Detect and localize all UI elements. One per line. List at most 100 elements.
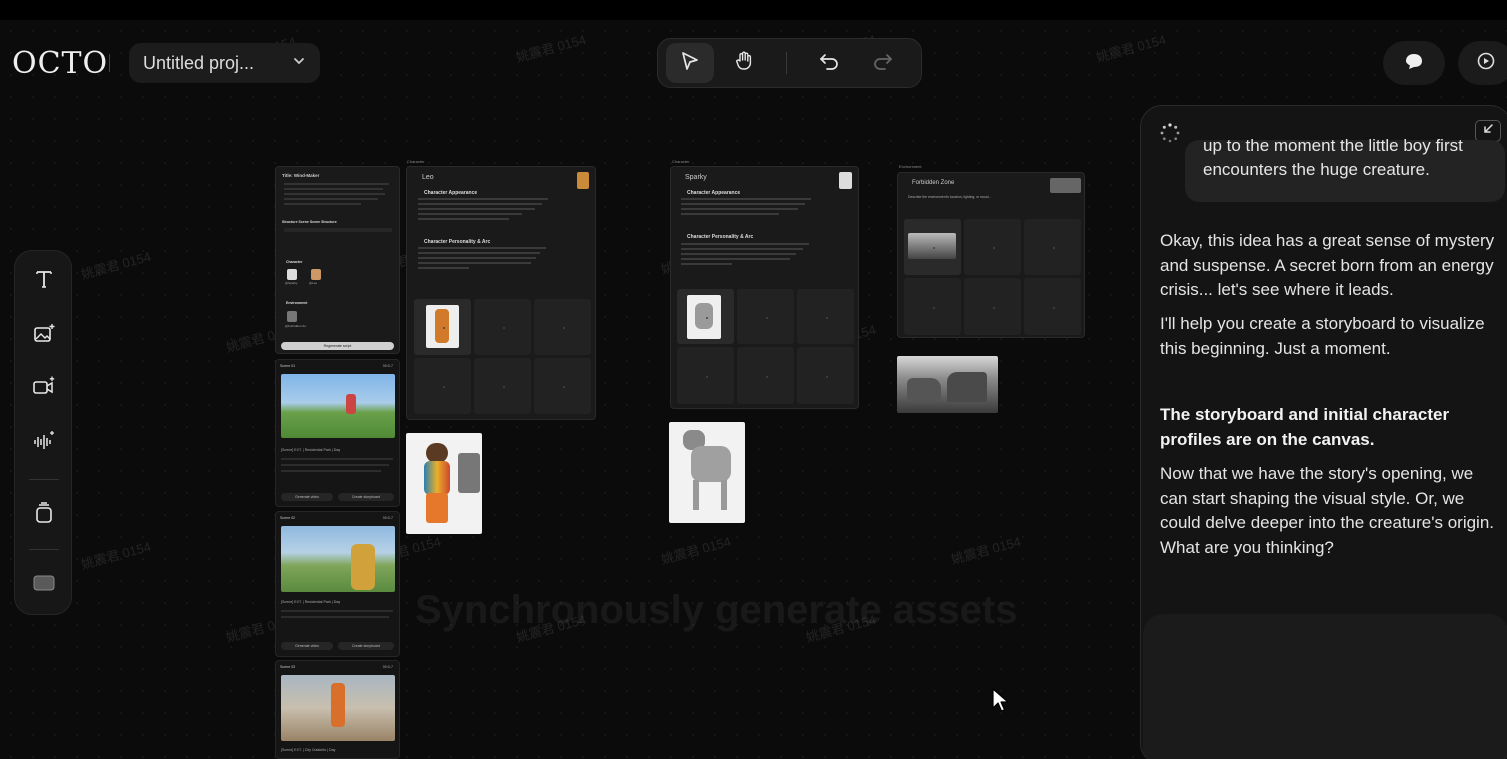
pointer-icon xyxy=(679,50,701,77)
grid-cell[interactable] xyxy=(414,358,471,414)
scene-card-1[interactable]: Scene 01 00:0-7 [Scene] EXT. | Residenti… xyxy=(275,359,400,507)
text-icon xyxy=(32,267,56,296)
leo-thumbnail[interactable] xyxy=(311,269,321,280)
zone-avatar[interactable] xyxy=(1050,178,1081,193)
scene-image[interactable] xyxy=(281,675,395,741)
assistant-message-2: I'll help you create a storyboard to vis… xyxy=(1160,314,1485,358)
user-message-text: up to the moment the little boy first en… xyxy=(1203,136,1463,179)
logo-divider xyxy=(109,54,110,72)
hand-tool-button[interactable] xyxy=(720,43,768,83)
grid-cell[interactable] xyxy=(904,219,961,275)
appearance-text xyxy=(418,198,548,223)
scene-card-2[interactable]: Scene 02 00:0-7 [Scene] EXT. | Residenti… xyxy=(275,511,400,657)
environment-section-label: Environment xyxy=(286,301,308,305)
scene-caption: [Scene] EXT. | City Outskirts | Day xyxy=(281,748,336,752)
story-title: Title: Wind-Maker xyxy=(282,173,320,178)
scene-label: Scene 02 xyxy=(280,516,296,520)
chat-toggle-button[interactable] xyxy=(1383,41,1445,85)
assistant-message-1: Okay, this idea has a great sense of mys… xyxy=(1160,231,1495,299)
personality-heading: Character Personality & Arc xyxy=(687,234,754,240)
grid-cell[interactable] xyxy=(904,278,961,335)
scene-label: Scene 01 xyxy=(280,364,296,368)
grid-cell[interactable] xyxy=(474,299,531,355)
grid-cell[interactable] xyxy=(737,347,794,404)
grid-cell[interactable] xyxy=(964,219,1021,275)
image-add-icon xyxy=(32,322,56,351)
personality-heading: Character Personality & Arc xyxy=(424,239,491,245)
project-selector[interactable]: Untitled proj... xyxy=(129,43,320,83)
create-storyboard-button[interactable]: Create storyboard xyxy=(338,493,394,501)
add-audio-button[interactable] xyxy=(24,423,64,463)
character-card-leo[interactable]: Leo Character Appearance Character Perso… xyxy=(406,166,596,420)
toolbar-divider xyxy=(786,52,787,74)
chat-bubble-icon xyxy=(1404,51,1424,76)
scene-meta: 00:0-7 xyxy=(382,516,393,520)
scene-meta: 00:0-7 xyxy=(382,364,393,368)
undo-button[interactable] xyxy=(805,43,853,83)
add-image-button[interactable] xyxy=(24,316,64,356)
forbidden-zone-image[interactable] xyxy=(897,356,998,413)
scene-image[interactable] xyxy=(281,526,395,592)
container-tool-button[interactable] xyxy=(24,495,64,535)
grid-cell[interactable] xyxy=(797,289,854,344)
sparky-thumbnail[interactable] xyxy=(287,269,297,280)
story-structure-line xyxy=(284,228,392,232)
forbidden-zone-thumbnail[interactable] xyxy=(287,311,297,322)
personality-text xyxy=(681,243,809,268)
character-card-sparky[interactable]: Sparky Character Appearance Character Pe… xyxy=(670,166,859,409)
assistant-chat-panel: up to the moment the little boy first en… xyxy=(1140,105,1507,759)
story-script-card[interactable]: Title: Wind-Maker Structure Scene Scene … xyxy=(275,166,400,354)
regenerate-script-button[interactable]: Regenerate script xyxy=(281,342,394,350)
grid-cell[interactable] xyxy=(964,278,1021,335)
audio-add-icon xyxy=(32,429,56,458)
text-tool-button[interactable] xyxy=(24,261,64,301)
grid-cell[interactable] xyxy=(677,347,734,404)
story-synopsis xyxy=(284,183,394,208)
frame-tool-button[interactable] xyxy=(24,565,64,605)
leo-avatar[interactable] xyxy=(577,172,589,189)
environment-tag: @Forbidden Zo xyxy=(285,324,306,328)
grid-cell[interactable] xyxy=(534,299,591,355)
grid-cell[interactable] xyxy=(474,358,531,414)
zone-image-grid xyxy=(904,219,1081,335)
scene-text-line xyxy=(281,610,393,612)
sparky-tag: @Sparky xyxy=(285,281,298,285)
project-name: Untitled proj... xyxy=(143,52,255,73)
leo-character-image[interactable] xyxy=(406,433,482,534)
grid-cell[interactable] xyxy=(414,299,471,355)
scene-text-line xyxy=(281,616,389,618)
appearance-heading: Character Appearance xyxy=(424,190,478,196)
select-tool-button[interactable] xyxy=(666,43,714,83)
settings-button[interactable] xyxy=(1458,41,1507,85)
grid-cell[interactable] xyxy=(1024,278,1081,335)
grid-cell[interactable] xyxy=(677,289,734,344)
environment-card-forbidden-zone[interactable]: Forbidden Zone Describe the environment'… xyxy=(897,172,1085,338)
user-message-bubble: up to the moment the little boy first en… xyxy=(1185,136,1505,202)
redo-button[interactable] xyxy=(859,43,907,83)
container-icon xyxy=(32,501,56,530)
rail-divider xyxy=(29,479,59,480)
sparky-character-image[interactable] xyxy=(669,422,745,523)
video-add-icon xyxy=(32,375,56,404)
add-video-button[interactable] xyxy=(24,369,64,409)
personality-text xyxy=(418,247,546,272)
create-storyboard-button[interactable]: Create storyboard xyxy=(338,642,394,650)
grid-cell[interactable] xyxy=(797,347,854,404)
grid-cell[interactable] xyxy=(534,358,591,414)
grid-cell[interactable] xyxy=(737,289,794,344)
mouse-cursor-icon xyxy=(992,688,1010,719)
app-logo[interactable]: OCTO xyxy=(12,46,108,81)
grid-cell[interactable] xyxy=(1024,219,1081,275)
character-name: Leo xyxy=(422,174,434,181)
scene-image[interactable] xyxy=(281,374,395,438)
generate-video-button[interactable]: Generate video xyxy=(281,493,333,501)
scene-card-3[interactable]: Scene 03 00:0-7 [Scene] EXT. | City Outs… xyxy=(275,660,400,759)
sparky-avatar[interactable] xyxy=(839,172,852,189)
leo-card-header: Character xyxy=(407,159,425,164)
undo-icon xyxy=(818,50,840,77)
canvas-toolbar xyxy=(657,38,922,88)
generate-video-button[interactable]: Generate video xyxy=(281,642,333,650)
appearance-heading: Character Appearance xyxy=(687,190,741,196)
chat-input-area[interactable] xyxy=(1143,614,1507,759)
zone-card-header: Environment xyxy=(899,164,922,169)
